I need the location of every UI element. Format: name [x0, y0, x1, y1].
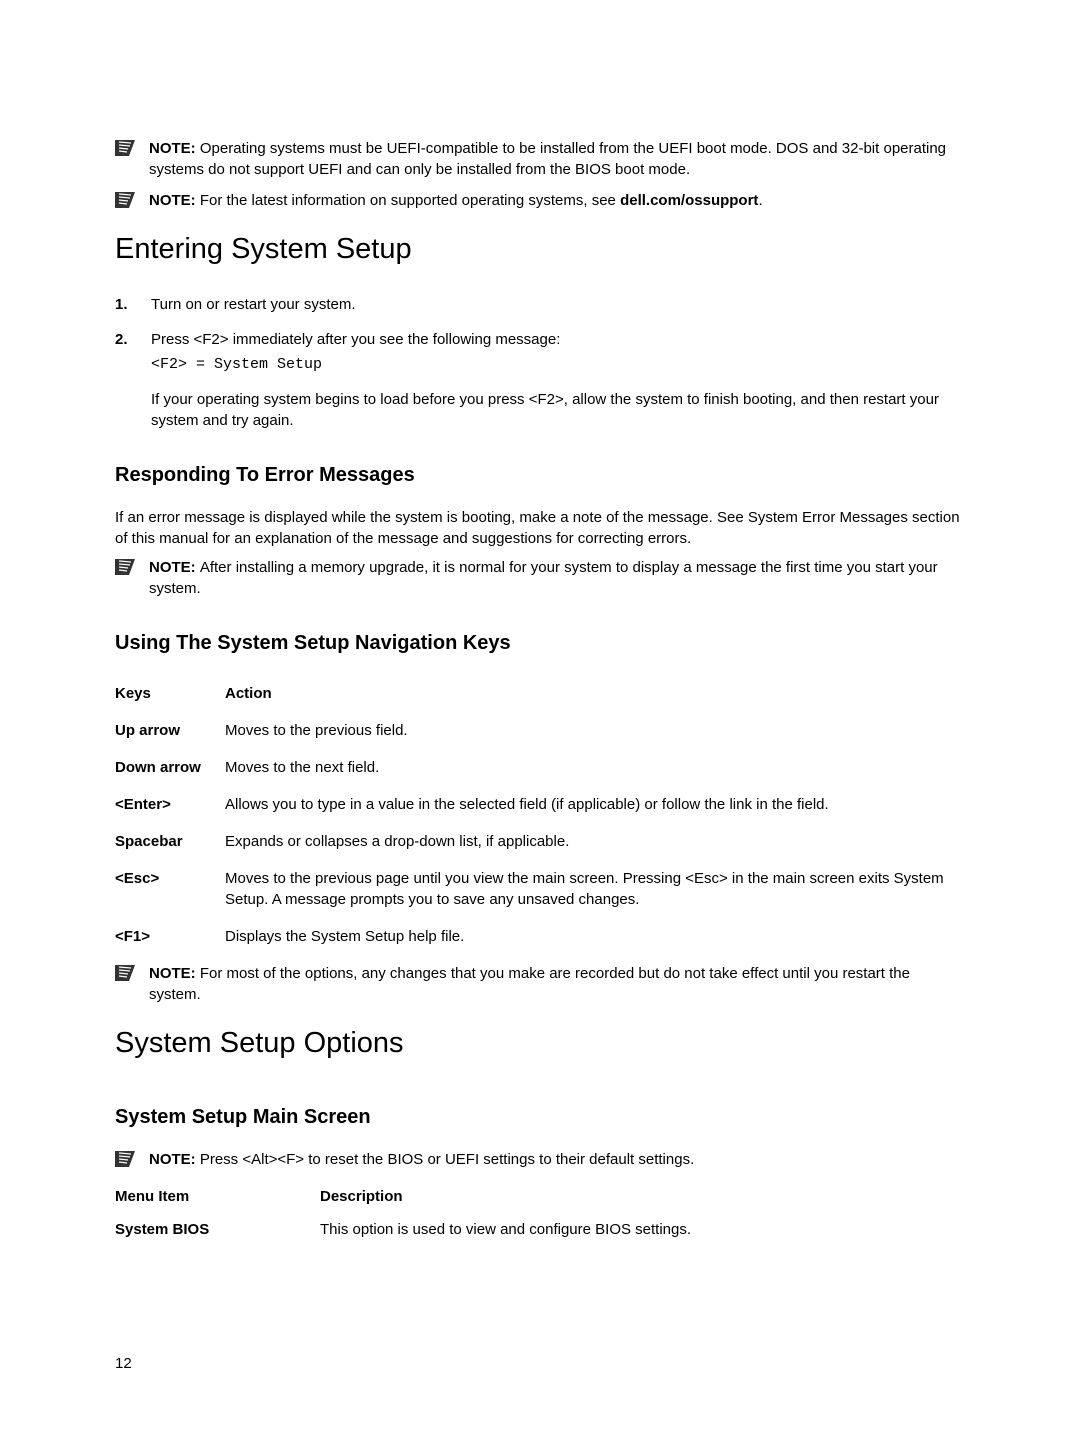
- note-block: NOTE: After installing a memory upgrade,…: [115, 557, 965, 599]
- keys-cell-action: Moves to the previous page until you vie…: [225, 860, 965, 918]
- keys-cell-action: Displays the System Setup help file.: [225, 918, 965, 955]
- note-body: After installing a memory upgrade, it is…: [149, 559, 938, 597]
- table-header-row: Menu Item Description: [115, 1180, 965, 1213]
- heading-entering-system-setup: Entering System Setup: [115, 229, 965, 270]
- table-row: System BIOS This option is used to view …: [115, 1213, 965, 1246]
- note-body: Operating systems must be UEFI-compatibl…: [149, 140, 946, 178]
- keys-cell-key: <F1>: [115, 918, 225, 955]
- step-followup: If your operating system begins to load …: [151, 389, 965, 431]
- note-text: NOTE: After installing a memory upgrade,…: [149, 557, 965, 599]
- note-icon: [115, 559, 135, 575]
- note-block: NOTE: For most of the options, any chang…: [115, 963, 965, 1005]
- menu-cell-desc: This option is used to view and configur…: [320, 1213, 965, 1246]
- note-icon: [115, 965, 135, 981]
- table-row: Spacebar Expands or collapses a drop-dow…: [115, 823, 965, 860]
- menu-table: Menu Item Description System BIOS This o…: [115, 1180, 965, 1246]
- note-body-before: For the latest information on supported …: [200, 192, 620, 209]
- keys-cell-action: Moves to the previous field.: [225, 712, 965, 749]
- note-text: NOTE: Press <Alt><F> to reset the BIOS o…: [149, 1149, 965, 1170]
- keys-cell-key: <Enter>: [115, 786, 225, 823]
- heading-navkeys: Using The System Setup Navigation Keys: [115, 629, 965, 657]
- note-label: NOTE:: [149, 1151, 200, 1168]
- step-text: Turn on or restart your system.: [151, 296, 356, 313]
- note-text: NOTE: For most of the options, any chang…: [149, 963, 965, 1005]
- note-icon: [115, 140, 135, 156]
- keys-header-keys: Keys: [115, 675, 225, 712]
- steps-list: Turn on or restart your system. Press <F…: [115, 294, 965, 431]
- note-icon: [115, 1151, 135, 1167]
- keys-cell-key: <Esc>: [115, 860, 225, 918]
- keys-cell-action: Expands or collapses a drop-down list, i…: [225, 823, 965, 860]
- table-row: <F1> Displays the System Setup help file…: [115, 918, 965, 955]
- responding-paragraph: If an error message is displayed while t…: [115, 507, 965, 549]
- note-body: For most of the options, any changes tha…: [149, 965, 910, 1003]
- note-label: NOTE:: [149, 965, 200, 982]
- note-icon: [115, 192, 135, 208]
- note-body-after: .: [758, 192, 762, 209]
- menu-header-item: Menu Item: [115, 1180, 320, 1213]
- note-label: NOTE:: [149, 140, 200, 157]
- menu-header-desc: Description: [320, 1180, 965, 1213]
- note-body-bold: dell.com/ossupport: [620, 192, 758, 209]
- table-row: Up arrow Moves to the previous field.: [115, 712, 965, 749]
- note-body: Press <Alt><F> to reset the BIOS or UEFI…: [200, 1151, 694, 1168]
- step-code: <F2> = System Setup: [151, 354, 965, 375]
- keys-cell-key: Up arrow: [115, 712, 225, 749]
- heading-main-screen: System Setup Main Screen: [115, 1103, 965, 1131]
- keys-cell-action: Moves to the next field.: [225, 749, 965, 786]
- note-text: NOTE: Operating systems must be UEFI-com…: [149, 138, 965, 180]
- note-label: NOTE:: [149, 192, 200, 209]
- keys-cell-key: Down arrow: [115, 749, 225, 786]
- keys-cell-action: Allows you to type in a value in the sel…: [225, 786, 965, 823]
- note-text: NOTE: For the latest information on supp…: [149, 190, 965, 211]
- keys-table: Keys Action Up arrow Moves to the previo…: [115, 675, 965, 955]
- heading-responding: Responding To Error Messages: [115, 461, 965, 489]
- step-text: Press <F2> immediately after you see the…: [151, 331, 560, 348]
- page-number: 12: [115, 1353, 132, 1374]
- table-row: Down arrow Moves to the next field.: [115, 749, 965, 786]
- keys-cell-key: Spacebar: [115, 823, 225, 860]
- table-row: <Enter> Allows you to type in a value in…: [115, 786, 965, 823]
- step-item: Turn on or restart your system.: [115, 294, 965, 315]
- heading-system-setup-options: System Setup Options: [115, 1023, 965, 1064]
- note-block: NOTE: For the latest information on supp…: [115, 190, 965, 211]
- table-row: <Esc> Moves to the previous page until y…: [115, 860, 965, 918]
- menu-cell-item: System BIOS: [115, 1213, 320, 1246]
- note-label: NOTE:: [149, 559, 200, 576]
- step-item: Press <F2> immediately after you see the…: [115, 329, 965, 431]
- table-header-row: Keys Action: [115, 675, 965, 712]
- note-block: NOTE: Operating systems must be UEFI-com…: [115, 138, 965, 180]
- note-block: NOTE: Press <Alt><F> to reset the BIOS o…: [115, 1149, 965, 1170]
- keys-header-action: Action: [225, 675, 965, 712]
